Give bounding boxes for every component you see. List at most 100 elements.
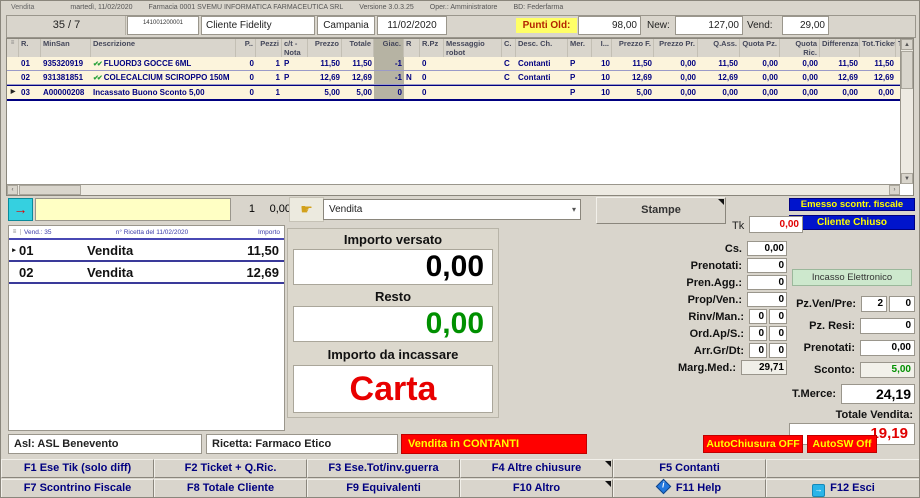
fkey-button[interactable]: F1 Ese Tik (solo diff) xyxy=(1,459,154,478)
column-header[interactable]: Totale xyxy=(342,39,374,57)
summary-value[interactable]: 2 xyxy=(861,296,887,312)
column-header[interactable]: Mer. xyxy=(568,39,592,57)
table-row[interactable]: 02931381851✔✔COLECALCIUM SCIROPPO 150M01… xyxy=(7,71,900,85)
grid-vertical-scrollbar[interactable]: ▲ ▼ xyxy=(900,39,913,184)
punti-vend-value: 29,00 xyxy=(782,16,829,35)
stat-value[interactable]: 29,71 xyxy=(741,360,787,375)
column-header[interactable]: C. xyxy=(502,39,516,57)
scrollbar-thumb[interactable] xyxy=(19,185,81,195)
column-header[interactable]: R xyxy=(404,39,420,57)
select-all-icon[interactable]: ≡ xyxy=(7,39,19,57)
scroll-left-icon[interactable]: ‹ xyxy=(7,185,18,195)
fkey-button[interactable]: iF11 Help xyxy=(613,479,766,498)
column-header[interactable]: R.Pz xyxy=(420,39,444,57)
stat-value[interactable]: 0 xyxy=(749,326,767,341)
column-header[interactable]: P.. xyxy=(236,39,256,57)
fkey-button[interactable]: F8 Totale Cliente xyxy=(154,479,307,498)
column-header[interactable]: Giac. xyxy=(374,39,404,57)
grid-cell: ✔✔FLUORD3 GOCCE 6ML xyxy=(91,57,236,70)
fkey-button[interactable]: F5 Contanti xyxy=(613,459,766,478)
column-header[interactable]: Pezzi xyxy=(256,39,282,57)
hand-pointer-button[interactable]: ☛ xyxy=(289,197,324,222)
autochiusura-toggle[interactable]: AutoChiusura OFF xyxy=(703,435,803,453)
customer-name[interactable]: Cliente Fidelity xyxy=(201,16,315,35)
stat-value[interactable]: 0 xyxy=(749,343,767,358)
fkeys: F1 Ese Tik (solo diff)F2 Ticket + Q.Ric.… xyxy=(1,459,920,498)
fkey-button[interactable]: →F12 Esci xyxy=(766,479,920,498)
stat-value[interactable]: 0,00 xyxy=(747,241,787,256)
scroll-up-icon[interactable]: ▲ xyxy=(901,39,913,50)
list-item[interactable]: 02Vendita12,69 xyxy=(9,262,284,284)
vendita-contanti-banner: Vendita in CONTANTI xyxy=(401,434,587,454)
fkey-button[interactable]: F7 Scontrino Fiscale xyxy=(1,479,154,498)
table-row[interactable]: ▶03A00000208Incassato Buono Sconto 5,000… xyxy=(7,85,900,101)
scroll-right-icon[interactable]: › xyxy=(889,185,900,195)
stat-row: Rinv/Man.:00 xyxy=(621,309,787,324)
summary-value[interactable]: 5,00 xyxy=(860,362,915,378)
incasso-elettronico-banner[interactable]: Incasso Elettronico xyxy=(792,269,912,286)
titlebar-segment: BD: Federfarma xyxy=(513,4,563,11)
grid-cell: 0,00 xyxy=(698,86,740,99)
grid-cell xyxy=(282,86,308,99)
summary-value[interactable]: 24,19 xyxy=(841,384,915,404)
stat-value[interactable]: 0 xyxy=(747,292,787,307)
autosw-toggle[interactable]: AutoSW Off xyxy=(807,435,877,453)
grid-horizontal-scrollbar[interactable]: ‹ › xyxy=(7,184,900,195)
date-field: 11/02/2020 xyxy=(377,16,447,35)
receipts-header-left: Vend.: 35 xyxy=(21,229,76,236)
list-item[interactable]: ▸01Vendita11,50 xyxy=(9,240,284,262)
stat-value[interactable]: 0 xyxy=(749,309,767,324)
fkey-button[interactable]: F2 Ticket + Q.Ric. xyxy=(154,459,307,478)
summary-value[interactable]: 0 xyxy=(860,318,915,334)
summary-value[interactable]: 0 xyxy=(889,296,915,312)
column-header[interactable]: Prezzo Pr. xyxy=(654,39,698,57)
scroll-down-icon[interactable]: ▼ xyxy=(901,173,913,184)
grid-cell: 11,50 xyxy=(342,57,374,70)
column-header[interactable]: Tot.Ticket xyxy=(860,39,896,57)
column-header[interactable]: Descrizione xyxy=(91,39,236,57)
fkey-button[interactable]: F9 Equivalenti xyxy=(307,479,460,498)
importo-versato-value[interactable]: 0,00 xyxy=(293,249,493,285)
scrollbar-thumb[interactable] xyxy=(901,51,913,89)
column-header[interactable]: Quota Ric. xyxy=(780,39,820,57)
fkey-button[interactable]: F10 Altro xyxy=(460,479,613,498)
stat-value[interactable]: 0 xyxy=(747,258,787,273)
stat-value[interactable]: 0 xyxy=(769,326,787,341)
grid-cell: 0,00 xyxy=(740,71,780,84)
fkey-button[interactable]: F3 Ese.Tot/inv.guerra xyxy=(307,459,460,478)
corner-triangle-icon xyxy=(718,199,724,205)
table-row[interactable]: 01935320919✔✔FLUORD3 GOCCE 6ML01P11,5011… xyxy=(7,57,900,71)
column-header[interactable]: c/t - Nota xyxy=(282,39,308,57)
grid-cell: 03 xyxy=(19,86,41,99)
stat-value[interactable]: 0 xyxy=(769,309,787,324)
summary-label: Pz. Resi: xyxy=(809,320,855,332)
column-header[interactable]: Desc. Ch. xyxy=(516,39,568,57)
column-header[interactable]: I... xyxy=(592,39,612,57)
column-header[interactable]: Prezzo xyxy=(308,39,342,57)
grid-cell: 0,00 xyxy=(654,57,698,70)
scan-input[interactable] xyxy=(35,198,231,221)
grid-cell xyxy=(516,86,568,99)
column-header[interactable]: Differenza xyxy=(820,39,860,57)
column-header[interactable]: Messaggio robot xyxy=(444,39,502,57)
grid-body[interactable]: 01935320919✔✔FLUORD3 GOCCE 6ML01P11,5011… xyxy=(7,57,900,184)
receipt-number: 02 xyxy=(19,265,57,280)
grid-cell: 12,69 xyxy=(860,71,896,84)
stampe-button[interactable]: Stampe xyxy=(596,197,726,224)
stat-value[interactable]: 0 xyxy=(769,343,787,358)
column-header[interactable]: R. xyxy=(19,39,41,57)
column-header[interactable]: Quota Pz. xyxy=(740,39,780,57)
confirm-arrow-button[interactable]: → xyxy=(8,198,33,221)
stat-value[interactable]: 0 xyxy=(747,275,787,290)
stat-row: Arr.Gr/Dt:00 xyxy=(621,343,787,358)
select-all-icon[interactable]: ≡ xyxy=(9,229,21,235)
fkey-button[interactable]: F4 Altre chiusure xyxy=(460,459,613,478)
column-header[interactable]: Q.Ass. xyxy=(698,39,740,57)
stat-label: Pren.Agg.: xyxy=(686,277,742,289)
column-header[interactable]: Prezzo F. xyxy=(612,39,654,57)
row-marker-icon xyxy=(7,71,19,84)
summary-value[interactable]: 0,00 xyxy=(860,340,915,356)
column-header[interactable]: MinSan xyxy=(41,39,91,57)
sale-mode-select[interactable]: Vendita ▾ xyxy=(323,199,581,220)
grid-cell: P xyxy=(282,71,308,84)
